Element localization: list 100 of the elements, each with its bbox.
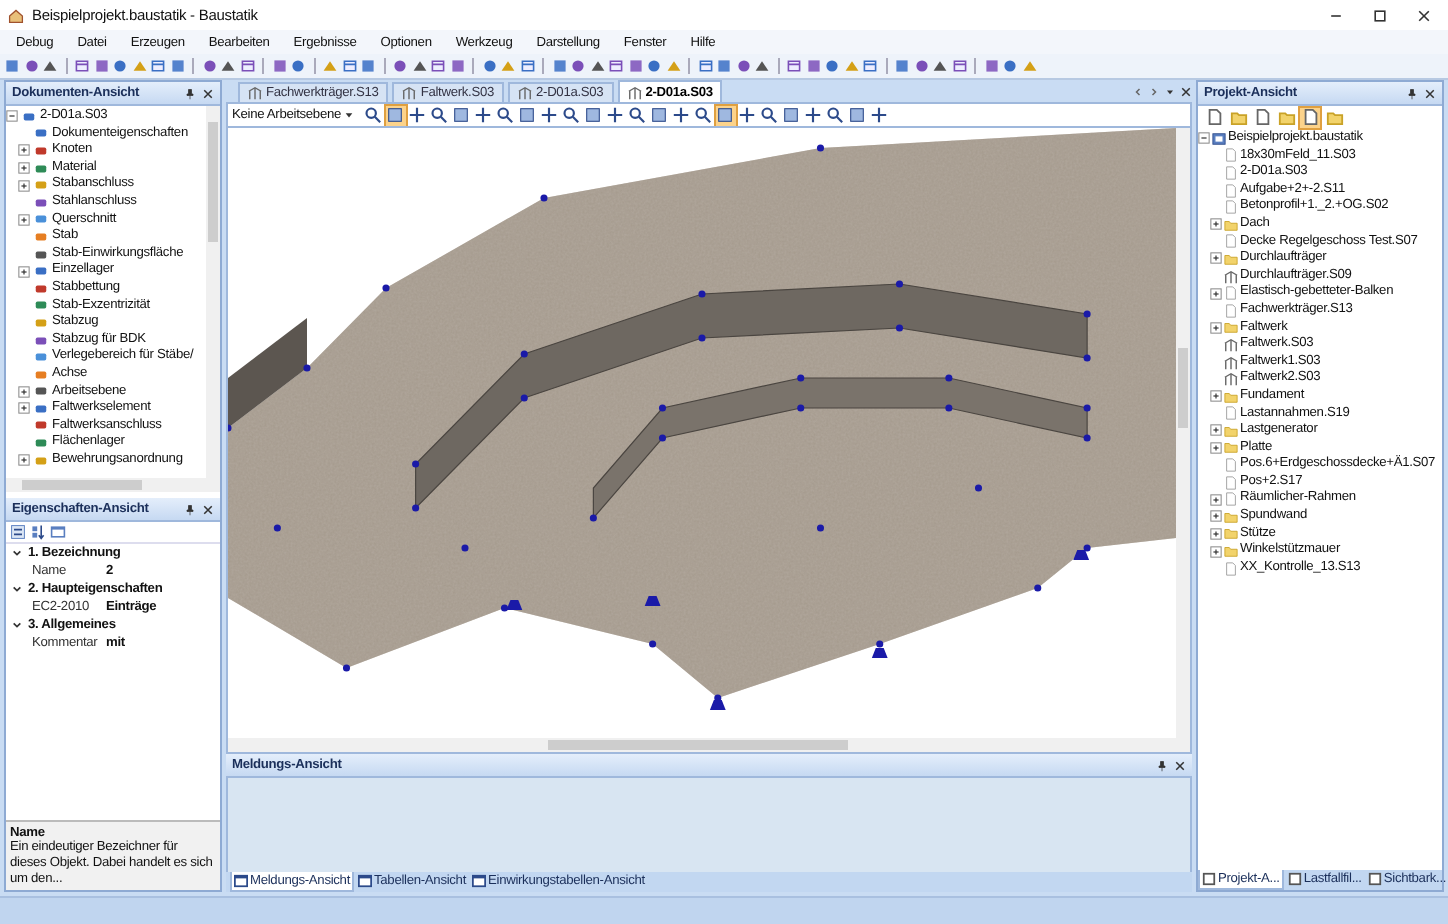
scrollbar[interactable] (206, 106, 220, 478)
toolbar-button[interactable] (825, 105, 845, 125)
close-icon[interactable] (1416, 7, 1432, 23)
window-icon (1367, 872, 1382, 886)
toolbar-button[interactable] (429, 105, 449, 125)
caret-icon (343, 110, 353, 120)
chevron-icon[interactable] (12, 584, 22, 594)
toolbar-button[interactable] (627, 105, 647, 125)
tool-icon[interactable] (519, 58, 535, 74)
expand-toggle[interactable] (1198, 132, 1210, 145)
window-icon (358, 874, 373, 888)
pin-icon[interactable] (1406, 87, 1418, 99)
expand-toggle[interactable] (18, 144, 30, 157)
window-icon (1202, 872, 1216, 886)
tool-icon[interactable] (951, 58, 967, 74)
close-icon[interactable] (1180, 85, 1192, 97)
close-icon[interactable] (202, 503, 214, 515)
toolbar-button[interactable] (561, 105, 581, 125)
close-icon[interactable] (1174, 759, 1186, 771)
sort-icon[interactable] (30, 524, 46, 540)
scrollbar[interactable] (6, 478, 220, 492)
toolbar-button[interactable] (869, 105, 889, 125)
toolbar-button[interactable] (495, 105, 515, 125)
expand-toggle[interactable] (18, 265, 30, 278)
expand-toggle[interactable] (1210, 218, 1222, 231)
expand-toggle[interactable] (6, 110, 18, 123)
toolbar-button[interactable] (671, 105, 691, 125)
project-icon (1212, 131, 1226, 146)
toolbar-button[interactable] (517, 105, 537, 125)
window-icon (472, 874, 486, 888)
expand-toggle[interactable] (1210, 545, 1222, 558)
expand-toggle[interactable] (1210, 424, 1222, 437)
expand-toggle[interactable] (1210, 441, 1222, 454)
tool-icon[interactable] (341, 58, 357, 74)
folder-icon (1224, 217, 1238, 232)
close-icon[interactable] (1424, 87, 1436, 99)
expand-toggle[interactable] (18, 179, 30, 192)
toolbar-button[interactable] (1300, 107, 1320, 127)
tool-icon[interactable] (786, 58, 802, 74)
tool-icon[interactable] (608, 58, 624, 74)
pin-icon[interactable] (184, 87, 196, 99)
toolbar-button[interactable] (649, 105, 669, 125)
toolbar-button[interactable] (407, 105, 427, 125)
toolbar-button[interactable] (605, 105, 625, 125)
scroll-right-icon[interactable] (1148, 85, 1160, 97)
properties-icon[interactable] (50, 524, 66, 540)
window-icon (1287, 872, 1302, 886)
frame-icon (627, 85, 642, 99)
tool-icon[interactable] (430, 58, 446, 74)
frame-icon (248, 86, 262, 100)
tool-icon[interactable] (150, 58, 166, 74)
scrollbar[interactable] (1176, 128, 1190, 738)
tool-icon[interactable] (862, 58, 878, 74)
close-icon[interactable] (202, 87, 214, 99)
toolbar-button[interactable] (781, 105, 801, 125)
folder-icon (1224, 320, 1238, 335)
expand-toggle[interactable] (1210, 527, 1222, 540)
frame-icon (1224, 269, 1238, 284)
folder-icon (1224, 251, 1238, 266)
toolbar-button[interactable] (363, 105, 383, 125)
expand-toggle[interactable] (1210, 287, 1222, 300)
house-icon (8, 7, 24, 23)
tool-icon[interactable] (239, 58, 255, 74)
scroll-left-icon[interactable] (1132, 85, 1144, 97)
chevron-icon[interactable] (12, 548, 22, 558)
expand-toggle[interactable] (18, 213, 30, 226)
expand-toggle[interactable] (1210, 321, 1222, 334)
window-icon (234, 874, 248, 888)
expand-toggle[interactable] (1210, 252, 1222, 265)
categorized-icon[interactable] (10, 524, 26, 540)
toolbar-button[interactable] (737, 105, 757, 125)
toolbar-button[interactable] (583, 105, 603, 125)
expand-toggle[interactable] (1210, 493, 1222, 506)
maximize-icon[interactable] (1372, 7, 1388, 23)
expand-toggle[interactable] (18, 454, 30, 467)
toolbar-button[interactable] (803, 105, 823, 125)
chevron-icon[interactable] (12, 620, 22, 630)
scrollbar[interactable] (228, 738, 1190, 752)
frame-icon (402, 86, 417, 100)
toolbar-button[interactable] (385, 105, 405, 125)
tool-icon[interactable] (74, 58, 90, 74)
document-icon (1224, 406, 1238, 421)
toolbar-button[interactable] (539, 105, 559, 125)
expand-toggle[interactable] (18, 402, 30, 415)
toolbar-button[interactable] (451, 105, 471, 125)
expand-toggle[interactable] (1210, 510, 1222, 523)
toolbar-button[interactable] (715, 105, 735, 125)
dropdown-icon[interactable] (1164, 85, 1176, 97)
toolbar-button[interactable] (473, 105, 493, 125)
pin-icon[interactable] (1156, 759, 1168, 771)
toolbar-button[interactable] (693, 105, 713, 125)
document-icon (1224, 561, 1238, 576)
expand-toggle[interactable] (18, 385, 30, 398)
expand-toggle[interactable] (1210, 390, 1222, 403)
tool-icon[interactable] (697, 58, 713, 74)
folder-icon (1224, 389, 1238, 404)
toolbar-button[interactable] (759, 105, 779, 125)
expand-toggle[interactable] (18, 162, 30, 175)
pin-icon[interactable] (184, 503, 196, 515)
toolbar-button[interactable] (847, 105, 867, 125)
